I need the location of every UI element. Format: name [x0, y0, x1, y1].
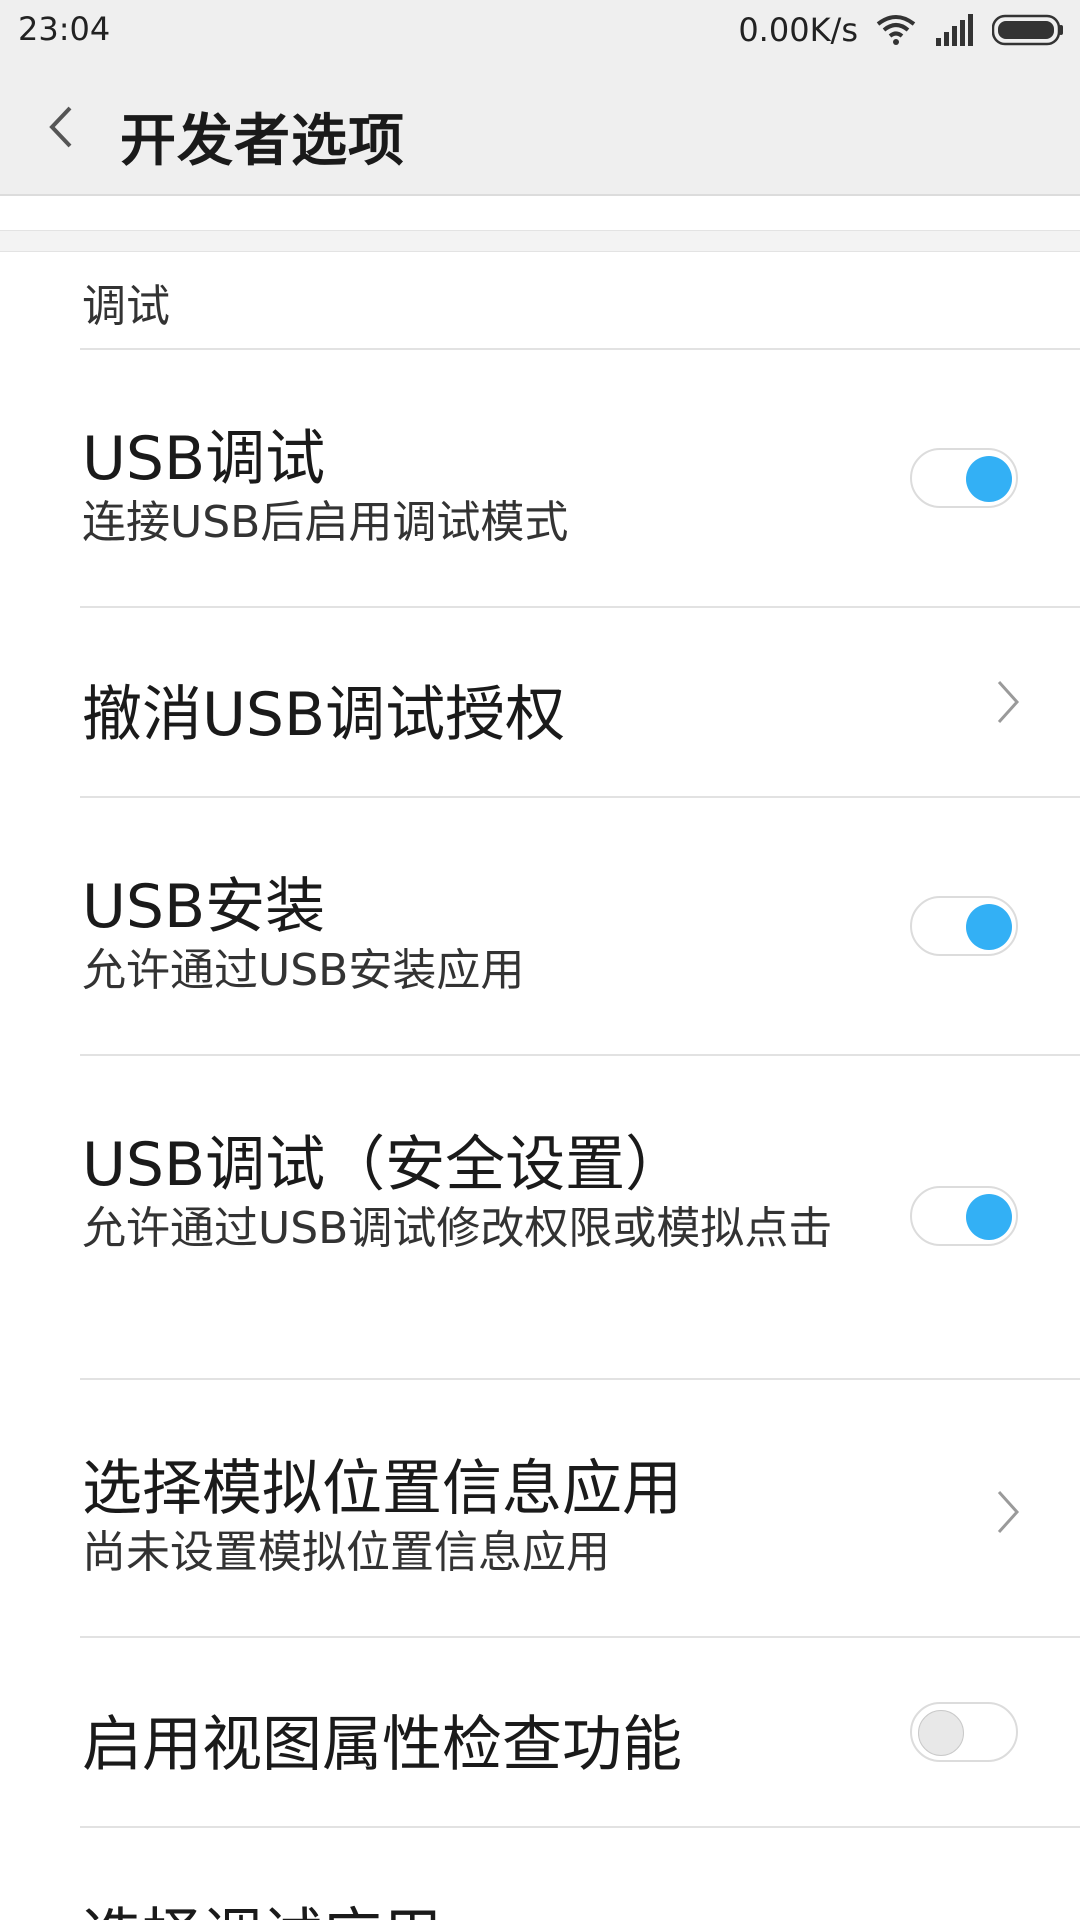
select-debug-app-row[interactable]: 选择调试应用 — [0, 1828, 1080, 1920]
usb-debugging-row[interactable]: USB调试 连接USB后启用调试模式 — [0, 350, 1080, 606]
back-button[interactable] — [40, 100, 90, 154]
signal-icon — [936, 14, 973, 46]
chevron-right-icon — [997, 680, 1020, 724]
row-title: 启用视图属性检查功能 — [82, 1710, 682, 1780]
view-attribute-inspection-toggle[interactable] — [910, 1702, 1018, 1762]
row-title: USB调试（安全设置） — [82, 1130, 686, 1200]
battery-icon — [992, 14, 1063, 46]
status-bar: 23:04 0.00K/s — [0, 0, 1080, 60]
row-title: USB安装 — [82, 872, 326, 942]
row-title: USB调试 — [82, 424, 326, 494]
status-time: 23:04 — [18, 10, 111, 48]
section-spacer — [0, 230, 1080, 252]
row-subtitle: 连接USB后启用调试模式 — [82, 497, 569, 548]
wifi-icon — [876, 15, 916, 45]
usb-install-row[interactable]: USB安装 允许通过USB安装应用 — [0, 798, 1080, 1054]
toggle-knob — [966, 456, 1012, 502]
row-title: 撤消USB调试授权 — [82, 680, 566, 750]
row-subtitle: 尚未设置模拟位置信息应用 — [82, 1527, 610, 1578]
usb-debug-security-row[interactable]: USB调试（安全设置） 允许通过USB调试修改权限或模拟点击 — [0, 1056, 1080, 1378]
page-title: 开发者选项 — [120, 109, 405, 174]
row-title: 选择调试应用 — [82, 1888, 442, 1920]
toggle-knob — [918, 1710, 964, 1756]
row-subtitle: 允许通过USB安装应用 — [82, 945, 525, 996]
app-bar: 开发者选项 — [0, 60, 1080, 196]
view-attribute-inspection-row[interactable]: 启用视图属性检查功能 — [0, 1638, 1080, 1826]
chevron-left-icon — [49, 106, 72, 148]
chevron-right-icon — [997, 1490, 1020, 1534]
usb-debug-security-toggle[interactable] — [910, 1186, 1018, 1246]
row-subtitle: 允许通过USB调试修改权限或模拟点击 — [82, 1203, 833, 1254]
toggle-knob — [966, 1194, 1012, 1240]
usb-install-toggle[interactable] — [910, 896, 1018, 956]
row-title: 选择模拟位置信息应用 — [82, 1454, 682, 1524]
status-icons: 0.00K/s — [738, 8, 1064, 52]
toggle-knob — [966, 904, 1012, 950]
network-speed: 0.00K/s — [738, 11, 858, 49]
revoke-usb-auth-row[interactable]: 撤消USB调试授权 — [0, 608, 1080, 796]
usb-debugging-toggle[interactable] — [910, 448, 1018, 508]
mock-location-app-row[interactable]: 选择模拟位置信息应用 尚未设置模拟位置信息应用 — [0, 1380, 1080, 1636]
section-header: 调试 — [82, 281, 170, 332]
